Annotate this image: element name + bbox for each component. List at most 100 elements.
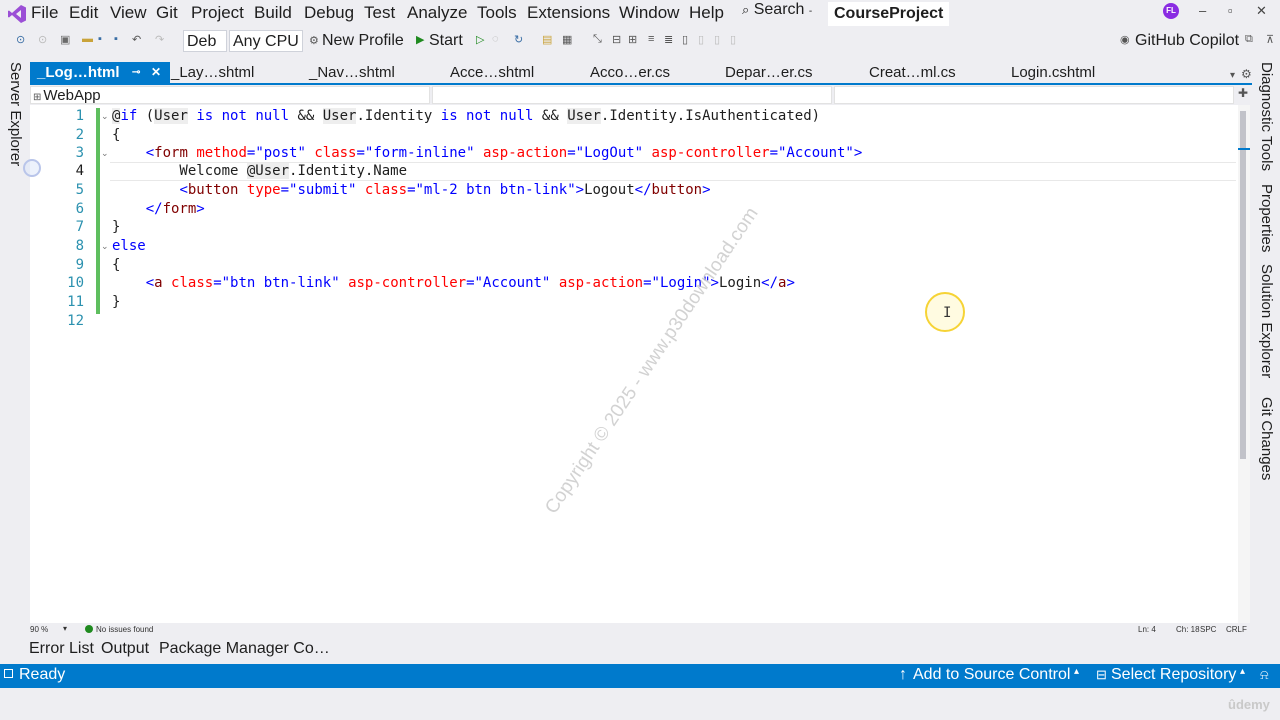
- forward-icon[interactable]: ⊙: [38, 33, 47, 46]
- up-arrow-icon: ↑: [899, 666, 907, 683]
- code-line-7: }: [112, 219, 121, 235]
- menu-edit[interactable]: Edit: [69, 3, 98, 23]
- visual-studio-logo-icon: [8, 5, 26, 23]
- toolbar-icon-a[interactable]: ▤: [542, 33, 552, 46]
- menu-file[interactable]: File: [31, 3, 58, 23]
- project-navigation-select[interactable]: ⊞ WebApp: [30, 86, 430, 104]
- bookmark-clear-icon[interactable]: ▯: [730, 33, 736, 46]
- settings-gear-icon[interactable]: ⚙: [1241, 67, 1252, 81]
- cursor-column[interactable]: Ch: 18: [1176, 625, 1200, 634]
- line-number: 3: [75, 145, 84, 161]
- fold-collapse-icon[interactable]: ⌄: [101, 111, 109, 122]
- zoom-level[interactable]: 90 %: [30, 625, 48, 634]
- toolbar-icon-d[interactable]: ⊟: [612, 33, 621, 46]
- tab-department-controller[interactable]: Depar…er.cs: [725, 62, 857, 83]
- code-line-2: {: [112, 127, 121, 143]
- line-number: 9: [75, 257, 84, 273]
- redo-icon[interactable]: ↷: [155, 33, 164, 46]
- menu-project[interactable]: Project: [191, 3, 244, 23]
- menu-git[interactable]: Git: [156, 3, 178, 23]
- menu-tools[interactable]: Tools: [477, 3, 517, 23]
- fold-collapse-icon[interactable]: ⌄: [101, 241, 109, 252]
- close-tab-icon[interactable]: ✕: [151, 62, 161, 83]
- server-explorer-tab[interactable]: Server Explorer: [7, 62, 24, 166]
- toolbar-overflow-icon[interactable]: ⊼: [1266, 33, 1274, 46]
- toolbar-icon-c[interactable]: ⤡: [593, 33, 602, 46]
- zoom-dropdown-icon[interactable]: ▾: [63, 624, 67, 633]
- feedback-icon[interactable]: ⧉: [1245, 33, 1253, 46]
- type-navigation-select[interactable]: [432, 86, 832, 104]
- bookmark-prev-icon[interactable]: ▯: [698, 33, 704, 46]
- comment-icon[interactable]: ≡: [648, 33, 654, 45]
- uncomment-icon[interactable]: ≣: [664, 33, 673, 46]
- right-tool-panel: Diagnostic Tools Properties Solution Exp…: [1252, 56, 1280, 623]
- tab-label: Login.cshtml: [1011, 64, 1096, 81]
- undo-icon[interactable]: ↶: [132, 33, 141, 46]
- properties-tab[interactable]: Properties: [1258, 184, 1275, 252]
- new-profile-button[interactable]: New Profile: [322, 30, 404, 52]
- member-navigation-select[interactable]: [834, 86, 1234, 104]
- start-icon: ▶: [416, 34, 425, 46]
- open-folder-icon[interactable]: ▬: [82, 33, 93, 45]
- tab-login-cshtml[interactable]: Login.cshtml: [1011, 62, 1143, 83]
- indent-mode[interactable]: SPC: [1200, 625, 1216, 634]
- tab-create-model[interactable]: Creat…ml.cs: [869, 62, 1001, 83]
- new-project-icon[interactable]: ▣: [60, 33, 70, 46]
- tab-nav[interactable]: _Nav…shtml: [309, 62, 441, 83]
- issues-status[interactable]: No issues found: [96, 625, 153, 634]
- hot-reload-icon[interactable]: ◌: [492, 33, 499, 45]
- tab-output[interactable]: Output: [101, 640, 149, 658]
- cursor-line[interactable]: Ln: 4: [1138, 625, 1156, 634]
- select-repo-dropdown-icon[interactable]: ▴: [1240, 666, 1245, 677]
- github-copilot-button[interactable]: GitHub Copilot: [1135, 30, 1239, 52]
- line-endings[interactable]: CRLF: [1226, 625, 1247, 634]
- bookmark-next-icon[interactable]: ▯: [714, 33, 720, 46]
- menu-view[interactable]: View: [110, 3, 147, 23]
- split-editor-icon[interactable]: ✚: [1238, 86, 1248, 100]
- add-to-source-control-button[interactable]: Add to Source Control: [913, 666, 1070, 684]
- menu-window[interactable]: Window: [619, 3, 679, 23]
- tab-account-controller[interactable]: Acco…er.cs: [590, 62, 722, 83]
- bookmark-icon[interactable]: ▯: [682, 33, 688, 46]
- line-number: 5: [75, 182, 84, 198]
- minimize-icon[interactable]: –: [1199, 3, 1206, 18]
- back-icon[interactable]: ⊙: [16, 33, 25, 46]
- avatar[interactable]: FL: [1163, 3, 1179, 19]
- tab-list-dropdown-icon[interactable]: ▾: [1230, 70, 1235, 81]
- diagnostic-tools-tab[interactable]: Diagnostic Tools: [1258, 62, 1275, 171]
- pin-icon[interactable]: ⊸: [132, 62, 140, 83]
- menu-build[interactable]: Build: [254, 3, 292, 23]
- scrollbar-thumb[interactable]: [1240, 111, 1246, 459]
- line-number: 1: [75, 108, 84, 124]
- notifications-bell-icon[interactable]: ⍾: [1260, 667, 1269, 683]
- configuration-select[interactable]: Deb: [183, 30, 227, 52]
- select-repository-button[interactable]: Select Repository: [1111, 666, 1236, 684]
- maximize-icon[interactable]: ▫: [1228, 3, 1233, 18]
- refresh-icon[interactable]: ↻: [514, 33, 523, 46]
- menu-extensions[interactable]: Extensions: [527, 3, 610, 23]
- close-icon[interactable]: ✕: [1256, 3, 1267, 19]
- toolbar-icon-b[interactable]: ▦: [562, 33, 572, 46]
- tab-login-partial[interactable]: _Log…html ⊸ ✕: [30, 62, 170, 83]
- menu-test[interactable]: Test: [364, 3, 395, 23]
- line-number: 12: [67, 313, 84, 329]
- menu-analyze[interactable]: Analyze: [407, 3, 467, 23]
- tab-error-list[interactable]: Error List: [29, 640, 94, 658]
- search-box[interactable]: ⌕ Search -: [742, 1, 812, 19]
- git-changes-tab[interactable]: Git Changes: [1258, 397, 1275, 480]
- solution-explorer-tab[interactable]: Solution Explorer: [1258, 264, 1275, 378]
- menu-debug[interactable]: Debug: [304, 3, 354, 23]
- save-all-icon[interactable]: ▪: [114, 33, 118, 45]
- line-number: 7: [75, 219, 84, 235]
- tab-package-manager-console[interactable]: Package Manager Co…: [159, 640, 330, 658]
- add-source-dropdown-icon[interactable]: ▴: [1074, 666, 1079, 677]
- start-without-debug-icon[interactable]: ▷: [476, 33, 484, 46]
- tab-access[interactable]: Acce…shtml: [450, 62, 582, 83]
- tab-layout[interactable]: _Lay…shtml: [171, 62, 303, 83]
- toolbar-icon-e[interactable]: ⊞: [628, 33, 637, 46]
- menu-help[interactable]: Help: [689, 3, 724, 23]
- start-button[interactable]: Start: [429, 30, 463, 52]
- fold-collapse-icon[interactable]: ⌄: [101, 148, 109, 159]
- platform-select[interactable]: Any CPU: [229, 30, 303, 52]
- save-icon[interactable]: ▪: [98, 33, 102, 45]
